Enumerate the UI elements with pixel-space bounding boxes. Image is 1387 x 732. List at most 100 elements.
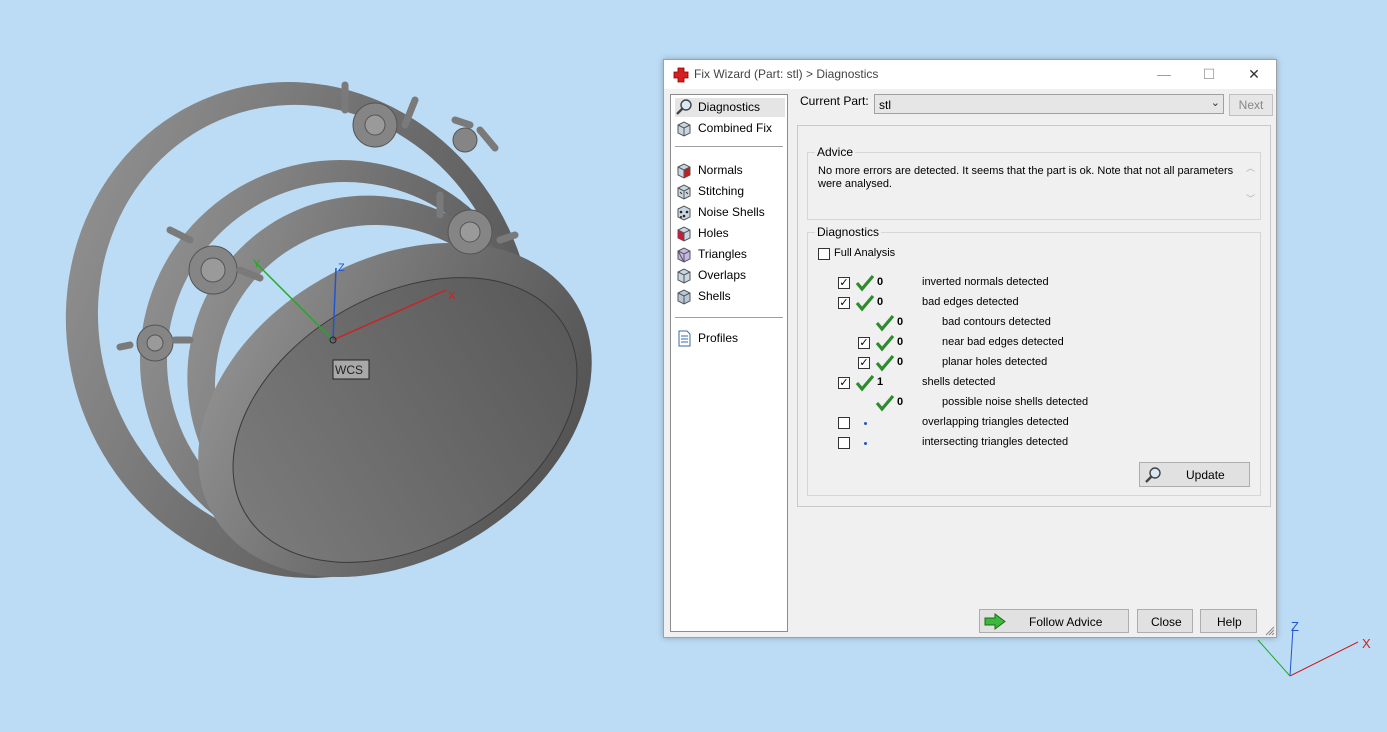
full-analysis-checkbox[interactable] xyxy=(818,248,830,260)
noise-shells-icon xyxy=(677,205,691,221)
resize-grip-icon[interactable] xyxy=(1265,626,1275,636)
advice-textbox: No more errors are detected. It seems th… xyxy=(818,165,1238,215)
stitching-cube-icon xyxy=(677,184,691,200)
nav-divider xyxy=(675,317,783,318)
advice-title: Advice xyxy=(815,145,856,159)
title-bar[interactable]: Fix Wizard (Part: stl) > Diagnostics — ☐… xyxy=(664,60,1276,89)
minimize-button[interactable]: — xyxy=(1142,60,1186,89)
nav-item-normals[interactable]: Normals xyxy=(675,161,785,180)
nav-item-label: Triangles xyxy=(698,247,747,261)
bad-edges-label: bad edges detected xyxy=(922,296,1019,308)
bad-edges-checkbox[interactable]: ✓ xyxy=(838,297,850,309)
fix-navigation: Diagnostics Combined Fix Normals Stitchi… xyxy=(670,94,788,632)
nav-item-label: Noise Shells xyxy=(698,205,765,219)
green-check-icon xyxy=(855,274,875,292)
advice-text: No more errors are detected. It seems th… xyxy=(818,165,1234,190)
nav-item-stitching[interactable]: Stitching xyxy=(675,182,785,201)
inverted-normals-label: inverted normals detected xyxy=(922,276,1049,288)
nav-item-noise-shells[interactable]: Noise Shells xyxy=(675,203,785,222)
noise-shells-label: possible noise shells detected xyxy=(942,396,1089,408)
current-part-value: stl xyxy=(879,98,891,112)
nav-item-label: Shells xyxy=(698,289,731,303)
help-button[interactable]: Help xyxy=(1200,609,1257,633)
green-check-icon xyxy=(875,354,895,372)
near-bad-edges-label: near bad edges detected xyxy=(942,336,1064,348)
overlapping-triangles-checkbox[interactable] xyxy=(838,417,850,429)
nav-item-shells[interactable]: Shells xyxy=(675,287,785,306)
wcs-label: WCS xyxy=(335,363,363,377)
advice-scrollbar[interactable]: ︿ ﹀ xyxy=(1246,161,1258,211)
planar-holes-label: planar holes detected xyxy=(942,356,1048,368)
pending-dot-icon xyxy=(864,442,867,445)
current-part-label: Current Part: xyxy=(800,94,869,108)
nav-item-combined-fix[interactable]: Combined Fix xyxy=(675,119,785,138)
inverted-normals-count: 0 xyxy=(877,276,884,288)
cube-icon xyxy=(677,121,691,137)
green-check-icon xyxy=(875,334,895,352)
planar-holes-checkbox[interactable]: ✓ xyxy=(858,357,870,369)
fix-wizard-dialog: Fix Wizard (Part: stl) > Diagnostics — ☐… xyxy=(663,59,1277,638)
green-check-icon xyxy=(875,314,895,332)
close-window-button[interactable]: ✕ xyxy=(1232,60,1276,89)
intersecting-triangles-label: intersecting triangles detected xyxy=(922,436,1069,448)
close-label: Close xyxy=(1151,615,1182,629)
advice-group: Advice No more errors are detected. It s… xyxy=(807,145,1261,220)
inverted-normals-checkbox[interactable]: ✓ xyxy=(838,277,850,289)
nav-item-diagnostics[interactable]: Diagnostics xyxy=(675,98,785,117)
update-button[interactable]: Update xyxy=(1139,462,1250,487)
bad-contours-label: bad contours detected xyxy=(942,316,1051,328)
nav-item-label: Stitching xyxy=(698,184,745,198)
nav-item-label: Holes xyxy=(698,226,729,240)
dialog-title: Fix Wizard (Part: stl) > Diagnostics xyxy=(694,67,879,81)
scroll-down-icon[interactable]: ﹀ xyxy=(1246,192,1258,205)
update-label: Update xyxy=(1186,468,1225,482)
close-button[interactable]: Close xyxy=(1137,609,1193,633)
green-arrow-icon xyxy=(984,613,1006,630)
full-analysis-label: Full Analysis xyxy=(834,247,896,259)
follow-advice-label: Follow Advice xyxy=(1029,615,1103,629)
nav-item-triangles[interactable]: Triangles xyxy=(675,245,785,264)
diagnostics-group: Diagnostics Full Analysis ✓ 0 inverted n… xyxy=(807,225,1261,496)
bad-contours-count: 0 xyxy=(897,316,904,328)
follow-advice-button[interactable]: Follow Advice xyxy=(979,609,1129,633)
chevron-down-icon: ⌄ xyxy=(1210,97,1220,109)
pending-dot-icon xyxy=(864,422,867,425)
overlaps-cube-icon xyxy=(677,268,691,284)
magnifier-icon xyxy=(1145,467,1161,483)
near-bad-edges-checkbox[interactable]: ✓ xyxy=(858,337,870,349)
axis-x-label: X xyxy=(448,290,456,302)
nav-divider xyxy=(675,146,783,147)
overlapping-triangles-label: overlapping triangles detected xyxy=(922,416,1069,428)
corner-axis-z-label: Z xyxy=(1291,619,1299,634)
axis-y-label: Y xyxy=(253,258,261,270)
next-button[interactable]: Next xyxy=(1229,94,1273,116)
magnifier-icon xyxy=(676,99,692,115)
holes-cube-icon xyxy=(677,226,691,242)
green-check-icon xyxy=(855,374,875,392)
intersecting-triangles-checkbox[interactable] xyxy=(838,437,850,449)
triangles-cube-icon xyxy=(677,247,691,263)
nav-item-label: Overlaps xyxy=(698,268,747,282)
nav-item-label: Diagnostics xyxy=(698,100,761,114)
planar-holes-count: 0 xyxy=(897,356,904,368)
green-check-icon xyxy=(875,394,895,412)
nav-item-label: Profiles xyxy=(698,331,739,345)
scroll-up-icon[interactable]: ︿ xyxy=(1246,161,1258,174)
shells-checkbox[interactable]: ✓ xyxy=(838,377,850,389)
maximize-button[interactable]: ☐ xyxy=(1187,60,1231,89)
corner-axis-x-label: X xyxy=(1362,636,1371,651)
current-part-select[interactable]: stl ⌄ xyxy=(874,94,1224,114)
help-label: Help xyxy=(1217,615,1242,629)
shells-label: shells detected xyxy=(922,376,996,388)
diagnostics-panel: Advice No more errors are detected. It s… xyxy=(797,125,1271,507)
normals-cube-icon xyxy=(677,163,691,179)
nav-item-overlaps[interactable]: Overlaps xyxy=(675,266,785,285)
nav-item-holes[interactable]: Holes xyxy=(675,224,785,243)
red-cross-icon xyxy=(673,67,689,83)
nav-item-profiles[interactable]: Profiles xyxy=(675,329,785,348)
nav-item-label: Normals xyxy=(698,163,743,177)
bad-edges-count: 0 xyxy=(877,296,884,308)
shells-cube-icon xyxy=(677,289,691,305)
diagnostics-title: Diagnostics xyxy=(815,225,882,239)
noise-shells-count: 0 xyxy=(897,396,904,408)
